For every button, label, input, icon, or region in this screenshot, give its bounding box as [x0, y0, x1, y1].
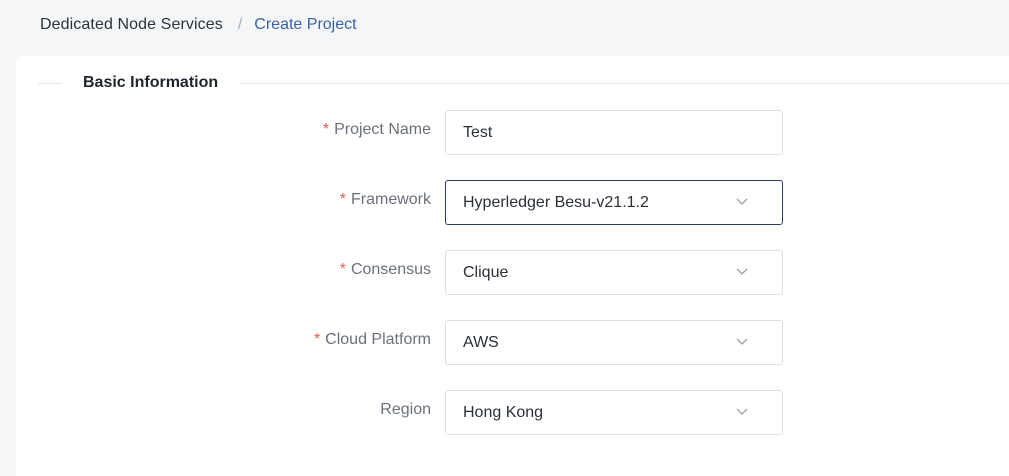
cloud-platform-label: * Cloud Platform [313, 331, 431, 348]
consensus-select[interactable]: Clique [445, 250, 783, 295]
framework-label: * Framework [339, 191, 431, 208]
region-label: Region [380, 401, 431, 418]
breadcrumb-separator: / [237, 16, 243, 33]
region-value: Hong Kong [463, 404, 544, 421]
cloud-platform-select[interactable]: AWS [445, 320, 783, 365]
section-title: Basic Information [83, 74, 219, 91]
framework-value: Hyperledger Besu-v21.1.2 [463, 194, 649, 211]
required-mark: * [322, 121, 330, 138]
chevron-down-icon [736, 408, 748, 418]
region-select[interactable]: Hong Kong [445, 390, 783, 435]
chevron-down-icon [736, 338, 748, 348]
project-name-value: Test [463, 124, 493, 141]
chevron-down-icon [736, 198, 748, 208]
chevron-down-icon [736, 268, 748, 278]
required-mark: * [339, 261, 346, 278]
form-row-cloud-platform: * Cloud Platform AWS [16, 320, 1009, 365]
project-name-input[interactable]: Test [445, 110, 783, 155]
section-divider-right [240, 83, 1009, 84]
section-divider-left [38, 83, 62, 84]
form-row-consensus: * Consensus Clique [16, 250, 1009, 295]
project-name-label: * Project Name [322, 121, 431, 138]
framework-select[interactable]: Hyperledger Besu-v21.1.2 [445, 180, 783, 225]
form-card: Basic Information * Project Name Test * Fr… [16, 56, 1009, 476]
required-mark: * [313, 331, 321, 348]
form-row-framework: * Framework Hyperledger Besu-v21.1.2 [16, 180, 1009, 225]
form-row-project-name: * Project Name Test [16, 110, 1009, 155]
required-mark: * [339, 191, 346, 208]
breadcrumb-current[interactable]: Create Project [254, 16, 356, 34]
breadcrumb: Dedicated Node Services / Create Project [40, 14, 357, 36]
form-row-region: Region Hong Kong [16, 390, 1009, 435]
breadcrumb-root[interactable]: Dedicated Node Services [40, 16, 223, 34]
cloud-platform-value: AWS [463, 334, 499, 351]
consensus-label: * Consensus [339, 261, 431, 278]
consensus-value: Clique [463, 264, 509, 281]
